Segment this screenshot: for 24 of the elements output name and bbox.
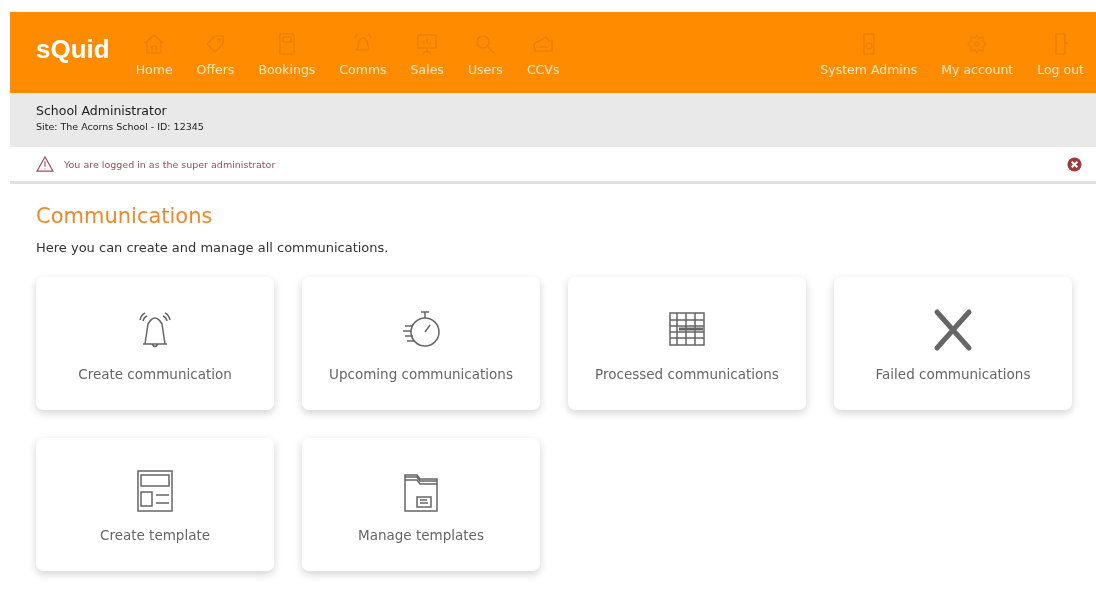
action-card[interactable]: Create communication	[36, 277, 274, 410]
nav-link[interactable]: Log out	[1025, 12, 1096, 93]
nav-link[interactable]: Comms	[327, 12, 399, 93]
action-card[interactable]: Create template	[36, 438, 274, 571]
site-info: Site: The Acorns School - ID: 12345	[36, 121, 205, 132]
action-card[interactable]: Processed communications	[568, 277, 806, 410]
action-card[interactable]: Upcoming communications	[302, 277, 540, 410]
nav-link[interactable]: Users	[455, 12, 515, 93]
user-role: School Administrator	[36, 103, 168, 118]
action-card[interactable]: Manage templates	[302, 438, 540, 571]
nav-link[interactable]: Offers	[184, 12, 247, 93]
page-title: Communications	[36, 204, 214, 228]
page-description: Here you can create and manage all communications.	[36, 240, 390, 255]
nav-link[interactable]: Sales	[398, 12, 456, 93]
nav-link[interactable]: Home	[123, 12, 185, 93]
nav-link[interactable]: My account	[929, 12, 1026, 93]
nav-link[interactable]: System Admins	[808, 12, 930, 93]
alert-message: You are logged in as the super administrator	[64, 158, 277, 170]
nav-link[interactable]: Bookings	[246, 12, 328, 93]
warning-icon	[36, 156, 54, 172]
logo[interactable]: sQuid	[36, 34, 110, 65]
nav-link[interactable]: CCVs	[514, 12, 572, 93]
close-icon[interactable]	[1067, 156, 1082, 172]
action-card[interactable]: Failed communications	[834, 277, 1072, 410]
